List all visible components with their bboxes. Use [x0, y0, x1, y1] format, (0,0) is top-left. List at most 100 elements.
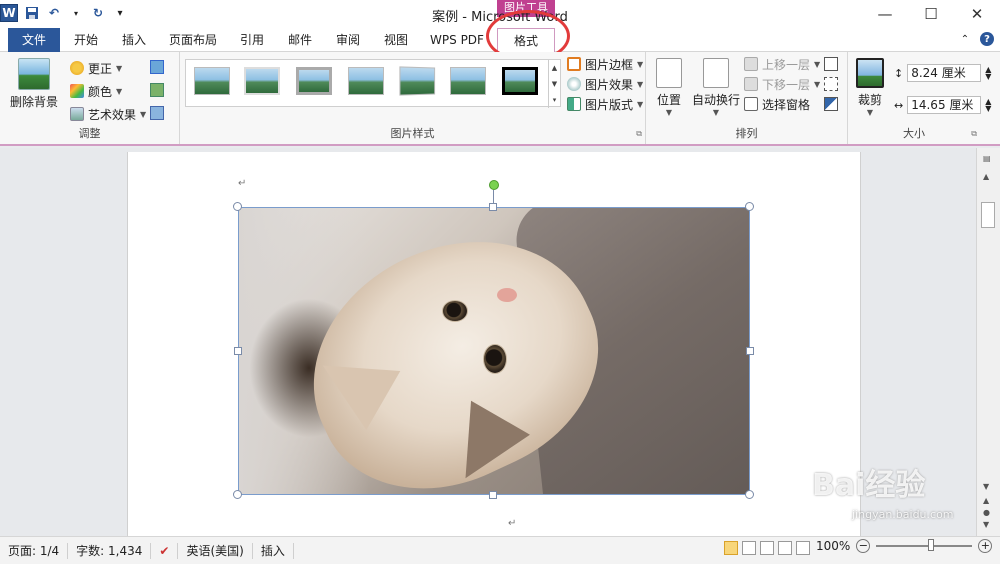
ribbon-collapse-icon[interactable]: ⌃ — [958, 32, 972, 46]
gallery-scroll[interactable]: ▲ ▼ ▾ — [548, 60, 560, 108]
status-language[interactable]: 英语(美国) — [178, 542, 253, 559]
wrap-text-button[interactable]: 自动换行 ▼ — [692, 58, 740, 117]
help-icon[interactable]: ? — [980, 32, 994, 46]
picture-style-7[interactable] — [502, 67, 538, 95]
scroll-down-icon[interactable]: ▼ — [983, 482, 989, 491]
scroll-thumb[interactable] — [981, 202, 995, 228]
picture-styles-dialog-launcher-icon[interactable]: ⧉ — [636, 129, 642, 139]
ruler-toggle-icon[interactable]: ▤ — [983, 154, 991, 163]
minimize-button[interactable]: — — [862, 0, 908, 28]
tab-insert[interactable]: 插入 — [114, 28, 154, 52]
tab-page-layout[interactable]: 页面布局 — [162, 28, 224, 52]
selected-picture-kitten[interactable] — [238, 207, 750, 495]
picture-border-button[interactable]: 图片边框 ▼ — [567, 54, 643, 74]
tab-view[interactable]: 视图 — [376, 28, 416, 52]
rotation-handle[interactable] — [489, 180, 499, 190]
maximize-button[interactable]: ☐ — [908, 0, 954, 28]
web-layout-view-icon[interactable] — [760, 541, 774, 555]
height-spinner[interactable]: ▲ ▼ — [985, 66, 991, 81]
picture-kitten-eye-right — [483, 344, 507, 374]
position-button[interactable]: 位置 ▼ — [656, 58, 682, 117]
tab-file[interactable]: 文件 — [8, 28, 60, 52]
proofing-icon[interactable]: ✔ — [151, 542, 179, 559]
resize-handle-top[interactable] — [489, 203, 497, 211]
remove-background-button[interactable]: 删除背景 — [10, 58, 58, 110]
resize-handle-bottom-right[interactable] — [745, 490, 754, 499]
picture-style-1[interactable] — [194, 67, 230, 95]
selection-pane-label: 选择窗格 — [762, 97, 811, 112]
resize-handle-top-right[interactable] — [745, 202, 754, 211]
gallery-up-icon[interactable]: ▲ — [552, 64, 557, 72]
send-backward-label: 下移一层 — [762, 77, 811, 92]
compress-pictures-icon[interactable] — [150, 60, 164, 74]
picture-layout-icon — [567, 97, 581, 111]
width-spinner[interactable]: ▲ ▼ — [985, 98, 991, 113]
tab-references[interactable]: 引用 — [232, 28, 272, 52]
resize-handle-top-left[interactable] — [233, 202, 242, 211]
bring-forward-button[interactable]: 上移一层 ▼ — [744, 54, 820, 74]
send-backward-button[interactable]: 下移一层 ▼ — [744, 74, 820, 94]
zoom-slider[interactable] — [876, 539, 973, 551]
picture-effects-button[interactable]: 图片效果 ▼ — [567, 74, 643, 94]
group-adjust-label: 调整 — [78, 127, 101, 140]
crop-button[interactable]: 裁剪 ▼ — [856, 58, 884, 117]
resize-handle-bottom[interactable] — [489, 491, 497, 499]
paragraph-mark-bottom: ↵ — [508, 518, 517, 529]
status-word-count[interactable]: 字数: 1,434 — [68, 542, 152, 559]
ribbon-right-controls: ⌃ ? — [958, 32, 994, 46]
browse-object-icon[interactable]: ● — [983, 508, 990, 517]
next-page-icon[interactable]: ▼ — [983, 520, 989, 529]
change-picture-icon[interactable] — [150, 83, 164, 97]
resize-handle-bottom-left[interactable] — [233, 490, 242, 499]
gallery-down-icon[interactable]: ▼ — [552, 80, 557, 88]
wrap-text-label: 自动换行 — [692, 93, 741, 107]
selection-pane-button[interactable]: 选择窗格 — [744, 94, 810, 114]
picture-layout-button[interactable]: 图片版式 ▼ — [567, 94, 643, 114]
zoom-out-icon[interactable]: − — [856, 539, 871, 553]
artistic-effects-button[interactable]: 艺术效果 ▼ — [70, 104, 146, 124]
tab-wps-pdf[interactable]: WPS PDF — [424, 28, 490, 52]
color-label: 颜色 — [88, 84, 113, 99]
size-dialog-launcher-icon[interactable]: ⧉ — [971, 129, 977, 139]
tab-home[interactable]: 开始 — [66, 28, 106, 52]
zoom-slider-knob[interactable] — [928, 539, 935, 551]
height-input[interactable]: 8.24 厘米 — [907, 64, 982, 82]
full-screen-reading-view-icon[interactable] — [742, 541, 756, 555]
corrections-icon — [70, 61, 84, 75]
group-arrange-label: 排列 — [735, 127, 758, 140]
baidu-jingyan-watermark: Bai经验 jingyan.baidu.com — [812, 460, 982, 530]
tab-review[interactable]: 审阅 — [328, 28, 368, 52]
zoom-level[interactable]: 100% — [816, 539, 850, 553]
picture-style-6[interactable] — [450, 67, 486, 95]
corrections-label: 更正 — [88, 61, 113, 76]
resize-handle-left[interactable] — [234, 347, 242, 355]
width-icon: ↔ — [894, 98, 904, 112]
gallery-more-icon[interactable]: ▾ — [553, 96, 557, 104]
color-button[interactable]: 颜色 ▼ — [70, 81, 122, 101]
corrections-button[interactable]: 更正 ▼ — [70, 58, 122, 78]
align-icon[interactable] — [824, 57, 838, 71]
picture-border-label: 图片边框 — [585, 57, 634, 72]
remove-background-label: 删除背景 — [10, 95, 59, 109]
previous-page-icon[interactable]: ▲ — [983, 496, 989, 505]
picture-style-5[interactable] — [399, 66, 436, 96]
rotate-icon[interactable] — [824, 97, 838, 111]
picture-style-2[interactable] — [244, 67, 280, 95]
scroll-up-icon[interactable]: ▲ — [983, 172, 989, 181]
print-layout-view-icon[interactable] — [724, 541, 738, 555]
status-insert-mode[interactable]: 插入 — [253, 542, 294, 559]
close-button[interactable]: ✕ — [954, 0, 1000, 28]
tab-mailings[interactable]: 邮件 — [280, 28, 320, 52]
picture-layout-label: 图片版式 — [585, 97, 634, 112]
group-icon[interactable] — [824, 77, 838, 91]
picture-style-4[interactable] — [348, 67, 384, 95]
picture-style-3[interactable] — [296, 67, 332, 95]
selection-pane-icon — [744, 97, 758, 111]
width-input[interactable]: 14.65 厘米 — [907, 96, 982, 114]
resize-handle-right[interactable] — [746, 347, 754, 355]
zoom-in-icon[interactable]: + — [978, 539, 993, 553]
draft-view-icon[interactable] — [796, 541, 810, 555]
reset-picture-icon[interactable] — [150, 106, 164, 120]
status-page[interactable]: 页面: 1/4 — [0, 542, 69, 559]
outline-view-icon[interactable] — [778, 541, 792, 555]
